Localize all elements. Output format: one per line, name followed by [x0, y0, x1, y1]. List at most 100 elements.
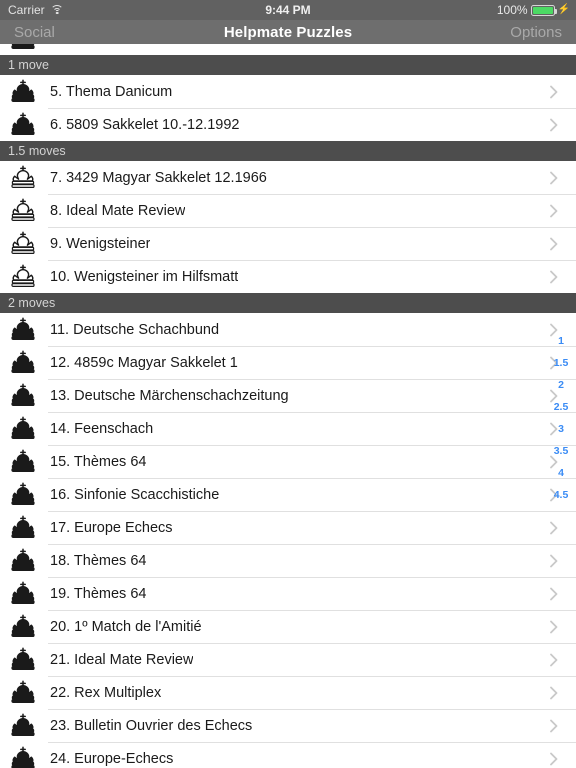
- page-title: Helpmate Puzzles: [223, 23, 353, 41]
- list-item-label: 6. 5809 Sakkelet 10.-12.1992: [50, 116, 240, 133]
- status-bar-clock: 9:44 PM: [265, 3, 311, 17]
- list-item-label: 17. Europe Echecs: [50, 519, 173, 536]
- black-king-icon: [11, 383, 35, 407]
- list-item[interactable]: 15. Thèmes 64: [0, 445, 576, 478]
- battery-percent-label: 100%: [496, 3, 528, 17]
- list-item-label: 4. Thema: [50, 44, 111, 47]
- section-index-item[interactable]: 3.5: [546, 440, 576, 462]
- list-item-label: 14. Feenschach: [50, 420, 154, 437]
- puzzle-list[interactable]: 4. Thema 1 move 5. Thema Danicum 6. 5809…: [0, 44, 576, 768]
- list-item-label: 13. Deutsche Märchenschachzeitung: [50, 387, 289, 404]
- list-item-label: 11. Deutsche Schachbund: [50, 321, 220, 338]
- black-king-icon: [8, 449, 38, 475]
- chevron-right-icon: [550, 752, 558, 765]
- section-index-item[interactable]: 1.5: [546, 352, 576, 374]
- black-king-icon: [11, 449, 35, 473]
- list-item-label: 21. Ideal Mate Review: [50, 651, 194, 668]
- list-item-label: 15. Thèmes 64: [50, 453, 147, 470]
- black-king-icon: [11, 680, 35, 704]
- list-item[interactable]: 7. 3429 Magyar Sakkelet 12.1966: [0, 161, 576, 194]
- black-king-icon: [8, 581, 38, 607]
- black-king-icon: [8, 44, 38, 52]
- wifi-icon: [50, 5, 64, 15]
- black-king-icon: [11, 44, 35, 50]
- options-button[interactable]: Options: [426, 24, 576, 41]
- list-item-label: 19. Thèmes 64: [50, 585, 147, 602]
- black-king-icon: [11, 317, 35, 341]
- chevron-right-icon: [550, 620, 558, 633]
- section-index-item[interactable]: 2.5: [546, 396, 576, 418]
- partial-list-item[interactable]: 4. Thema: [0, 44, 576, 55]
- list-item[interactable]: 16. Sinfonie Scacchistiche: [0, 478, 576, 511]
- list-item-label: 24. Europe-Echecs: [50, 750, 174, 767]
- back-button[interactable]: Social: [0, 24, 150, 41]
- black-king-icon: [8, 746, 38, 768]
- chevron-right-icon: [550, 118, 558, 131]
- status-bar: Carrier 9:44 PM 100% ⚡: [0, 0, 576, 20]
- black-king-icon: [11, 548, 35, 572]
- chevron-right-icon: [550, 554, 558, 567]
- list-item[interactable]: 9. Wenigsteiner: [0, 227, 576, 260]
- black-king-icon: [8, 614, 38, 640]
- list-item[interactable]: 11. Deutsche Schachbund: [0, 313, 576, 346]
- list-item[interactable]: 10. Wenigsteiner im Hilfsmatt: [0, 260, 576, 293]
- chevron-right-icon: [550, 719, 558, 732]
- section-index-item[interactable]: 2: [546, 374, 576, 396]
- black-king-icon: [8, 482, 38, 508]
- white-king-icon: [11, 165, 35, 189]
- status-bar-right: 100% ⚡: [396, 3, 576, 17]
- section-index-item[interactable]: 4: [546, 462, 576, 484]
- black-king-icon: [8, 416, 38, 442]
- section-header-label: 2 moves: [8, 296, 56, 310]
- list-item[interactable]: 22. Rex Multiplex: [0, 676, 576, 709]
- list-item[interactable]: 13. Deutsche Märchenschachzeitung: [0, 379, 576, 412]
- list-item-label: 22. Rex Multiplex: [50, 684, 162, 701]
- section-header: 2 moves: [0, 293, 576, 313]
- chevron-right-icon: [550, 686, 558, 699]
- app-root: Carrier 9:44 PM 100% ⚡ Social Helpmate P…: [0, 0, 576, 768]
- list-item[interactable]: 17. Europe Echecs: [0, 511, 576, 544]
- chevron-right-icon: [550, 204, 558, 217]
- section-header-label: 1 move: [8, 58, 49, 72]
- section-index-item[interactable]: 3: [546, 418, 576, 440]
- chevron-right-icon: [550, 653, 558, 666]
- black-king-icon: [8, 383, 38, 409]
- list-item[interactable]: 18. Thèmes 64: [0, 544, 576, 577]
- section-index-item[interactable]: 1: [546, 330, 576, 352]
- list-item[interactable]: 12. 4859c Magyar Sakkelet 1: [0, 346, 576, 379]
- list-item[interactable]: 23. Bulletin Ouvrier des Echecs: [0, 709, 576, 742]
- carrier-label: Carrier: [8, 3, 45, 17]
- list-item[interactable]: 24. Europe-Echecs: [0, 742, 576, 768]
- white-king-icon: [8, 231, 38, 257]
- list-item-label: 20. 1º Match de l'Amitié: [50, 618, 202, 635]
- black-king-icon: [8, 350, 38, 376]
- section-index-bar[interactable]: 1 1.5 2 2.5 3 3.5 4 4.5: [546, 330, 576, 506]
- list-item-label: 23. Bulletin Ouvrier des Echecs: [50, 717, 253, 734]
- battery-full-icon: [530, 4, 558, 16]
- black-king-icon: [11, 581, 35, 605]
- black-king-icon: [11, 647, 35, 671]
- section-header-label: 1.5 moves: [8, 144, 66, 158]
- list-item-label: 12. 4859c Magyar Sakkelet 1: [50, 354, 238, 371]
- list-item[interactable]: 20. 1º Match de l'Amitié: [0, 610, 576, 643]
- list-item[interactable]: 19. Thèmes 64: [0, 577, 576, 610]
- black-king-icon: [8, 680, 38, 706]
- list-item-label: 7. 3429 Magyar Sakkelet 12.1966: [50, 169, 267, 186]
- list-item[interactable]: 6. 5809 Sakkelet 10.-12.1992: [0, 108, 576, 141]
- black-king-icon: [8, 713, 38, 739]
- chevron-right-icon: [550, 171, 558, 184]
- section-index-item[interactable]: 4.5: [546, 484, 576, 506]
- chevron-right-icon: [550, 521, 558, 534]
- chevron-right-icon: [550, 587, 558, 600]
- list-item[interactable]: 5. Thema Danicum: [0, 75, 576, 108]
- list-item[interactable]: 14. Feenschach: [0, 412, 576, 445]
- list-item-label: 8. Ideal Mate Review: [50, 202, 186, 219]
- section-header: 1 move: [0, 55, 576, 75]
- list-item[interactable]: 21. Ideal Mate Review: [0, 643, 576, 676]
- list-item[interactable]: 8. Ideal Mate Review: [0, 194, 576, 227]
- white-king-icon: [8, 165, 38, 191]
- black-king-icon: [11, 482, 35, 506]
- white-king-icon: [8, 198, 38, 224]
- black-king-icon: [11, 350, 35, 374]
- black-king-icon: [11, 614, 35, 638]
